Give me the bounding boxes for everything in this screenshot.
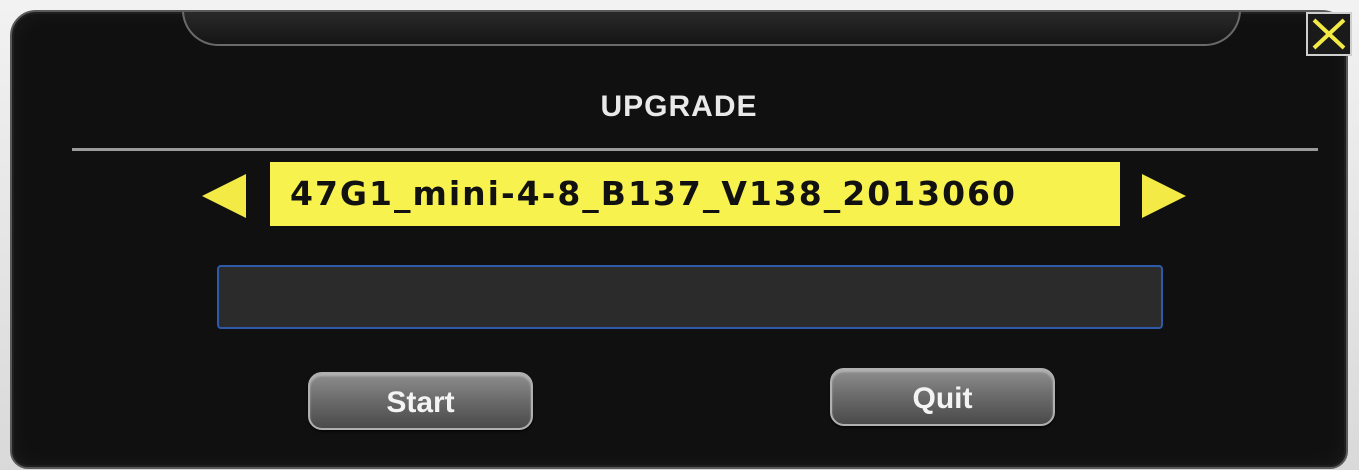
right-arrow-icon[interactable] bbox=[1142, 174, 1186, 218]
close-icon bbox=[1312, 18, 1346, 50]
title-divider bbox=[72, 148, 1318, 151]
start-button[interactable]: Start bbox=[308, 372, 533, 430]
quit-button[interactable]: Quit bbox=[830, 368, 1055, 426]
dialog-title: UPGRADE bbox=[600, 90, 758, 123]
upgrade-dialog: UPGRADE 47G1_mini-4-8_B137_V138_2013060 … bbox=[10, 10, 1348, 469]
close-button[interactable] bbox=[1306, 12, 1352, 56]
screen: UPGRADE 47G1_mini-4-8_B137_V138_2013060 … bbox=[0, 0, 1359, 470]
upgrade-progress-bar bbox=[217, 265, 1163, 329]
firmware-file-selector[interactable]: 47G1_mini-4-8_B137_V138_2013060 bbox=[270, 162, 1120, 226]
left-arrow-icon[interactable] bbox=[202, 174, 246, 218]
dialog-top-tab bbox=[182, 12, 1241, 46]
